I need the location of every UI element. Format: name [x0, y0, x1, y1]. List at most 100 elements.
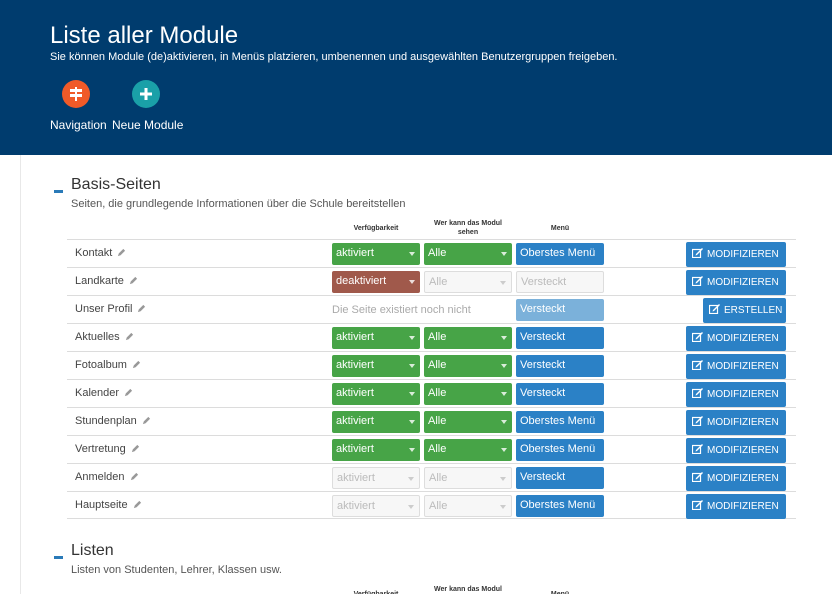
column-header-menu: Menü — [550, 225, 570, 232]
module-name[interactable]: Landkarte — [75, 275, 138, 287]
visibility-select[interactable]: Alle — [424, 439, 512, 461]
table-row: Unser Profil Die Seite existiert noch ni… — [67, 295, 796, 323]
table-row: Stundenplan aktiviert Alle Oberstes Menü… — [67, 407, 796, 435]
new-modules-button[interactable]: Neue Module — [112, 80, 184, 132]
visibility-select: Alle — [424, 467, 512, 489]
visibility-select: Alle — [424, 271, 512, 293]
navigation-button[interactable]: Navigation — [50, 80, 107, 132]
pencil-icon — [142, 416, 150, 425]
modify-button[interactable]: MODIFIZIEREN — [686, 494, 786, 519]
pencil-icon — [125, 332, 133, 341]
visibility-select[interactable]: Alle — [424, 327, 512, 349]
modify-button[interactable]: MODIFIZIEREN — [686, 354, 786, 379]
availability-select[interactable]: deaktiviert — [332, 271, 420, 293]
module-name[interactable]: Anmelden — [75, 471, 139, 483]
menu-button[interactable]: Versteckt — [516, 467, 604, 489]
chevron-down-icon — [408, 477, 414, 481]
modify-button[interactable]: MODIFIZIEREN — [686, 382, 786, 407]
module-name[interactable]: Unser Profil — [75, 303, 146, 315]
chevron-down-icon — [501, 448, 507, 452]
availability-select[interactable]: aktiviert — [332, 411, 420, 433]
menu-button[interactable]: Oberstes Menü — [516, 439, 604, 461]
visibility-select[interactable]: Alle — [424, 383, 512, 405]
visibility-select: Alle — [424, 495, 512, 517]
modify-button[interactable]: MODIFIZIEREN — [686, 270, 786, 295]
modify-button[interactable]: MODIFIZIEREN — [686, 410, 786, 435]
chevron-down-icon — [409, 364, 415, 368]
module-name[interactable]: Kalender — [75, 387, 133, 399]
chevron-down-icon — [409, 280, 415, 284]
navigation-button-label: Navigation — [50, 118, 107, 132]
chevron-down-icon — [409, 420, 415, 424]
signpost-icon — [62, 80, 90, 108]
create-button[interactable]: ERSTELLEN — [703, 298, 786, 323]
plus-icon — [132, 80, 160, 108]
visibility-select[interactable]: Alle — [424, 243, 512, 265]
modify-button[interactable]: MODIFIZIEREN — [686, 242, 786, 267]
chevron-down-icon — [500, 505, 506, 509]
availability-select[interactable]: aktiviert — [332, 355, 420, 377]
edit-icon — [692, 388, 703, 398]
visibility-select[interactable]: Alle — [424, 411, 512, 433]
module-name[interactable]: Fotoalbum — [75, 359, 141, 371]
availability-select: aktiviert — [332, 495, 420, 517]
table-row: Anmelden aktiviert Alle Versteckt MODIFI… — [67, 463, 796, 491]
chevron-down-icon — [408, 505, 414, 509]
chevron-down-icon — [409, 336, 415, 340]
page-title: Liste aller Module — [50, 22, 239, 49]
availability-select[interactable]: aktiviert — [332, 243, 420, 265]
section-description: Listen von Studenten, Lehrer, Klassen us… — [71, 564, 282, 576]
menu-button[interactable]: Oberstes Menü — [516, 411, 604, 433]
module-name[interactable]: Kontakt — [75, 247, 126, 259]
menu-button[interactable]: Versteckt — [516, 327, 604, 349]
edit-icon — [692, 276, 703, 286]
edit-icon — [692, 472, 703, 482]
chevron-down-icon — [501, 420, 507, 424]
column-header-menu: Menü — [516, 590, 604, 594]
menu-button[interactable]: Versteckt — [516, 355, 604, 377]
page-subtitle: Sie können Module (de)aktivieren, in Men… — [50, 51, 618, 63]
menu-button[interactable]: Versteckt — [516, 299, 604, 321]
edit-icon — [692, 332, 703, 342]
table-row: Hauptseite aktiviert Alle Oberstes Menü … — [67, 491, 796, 519]
modules-table: Kontakt aktiviert Alle Oberstes Menü MOD… — [67, 239, 796, 522]
module-name[interactable]: Stundenplan — [75, 415, 151, 427]
module-name[interactable]: Aktuelles — [75, 331, 134, 343]
table-row: Kalender aktiviert Alle Versteckt MODIFI… — [67, 379, 796, 407]
modify-button[interactable]: MODIFIZIEREN — [686, 438, 786, 463]
edit-icon — [692, 360, 703, 370]
column-header-visibility: Wer kann das Modul sehen — [434, 220, 502, 236]
module-name[interactable]: Vertretung — [75, 443, 140, 455]
collapse-icon[interactable] — [54, 556, 63, 559]
menu-button[interactable]: Oberstes Menü — [516, 495, 604, 517]
availability-select[interactable]: aktiviert — [332, 327, 420, 349]
table-row: Aktuelles aktiviert Alle Versteckt MODIF… — [67, 323, 796, 351]
pencil-icon — [130, 472, 138, 481]
pencil-icon — [138, 304, 146, 313]
pencil-icon — [131, 444, 139, 453]
chevron-down-icon — [501, 392, 507, 396]
visibility-select[interactable]: Alle — [424, 355, 512, 377]
edit-icon — [709, 304, 720, 314]
collapse-icon[interactable] — [54, 190, 63, 193]
module-list-content: Basis-Seiten Seiten, die grundlegende In… — [20, 155, 832, 594]
chevron-down-icon — [409, 392, 415, 396]
chevron-down-icon — [501, 252, 507, 256]
page-header: Liste aller Module Sie können Module (de… — [0, 0, 832, 155]
menu-button[interactable]: Versteckt — [516, 383, 604, 405]
table-row: Vertretung aktiviert Alle Oberstes Menü … — [67, 435, 796, 463]
modify-button[interactable]: MODIFIZIEREN — [686, 326, 786, 351]
availability-select[interactable]: aktiviert — [332, 439, 420, 461]
availability-select[interactable]: aktiviert — [332, 383, 420, 405]
section-title: Basis-Seiten — [71, 176, 161, 193]
chevron-down-icon — [501, 336, 507, 340]
pencil-icon — [124, 388, 133, 397]
new-modules-button-label: Neue Module — [112, 118, 184, 132]
menu-button[interactable]: Oberstes Menü — [516, 243, 604, 265]
availability-select: aktiviert — [332, 467, 420, 489]
chevron-down-icon — [501, 364, 507, 368]
module-name[interactable]: Hauptseite — [75, 499, 142, 511]
chevron-down-icon — [409, 448, 415, 452]
page-not-exist-text: Die Seite existiert noch nicht — [332, 304, 471, 316]
modify-button[interactable]: MODIFIZIEREN — [686, 466, 786, 491]
